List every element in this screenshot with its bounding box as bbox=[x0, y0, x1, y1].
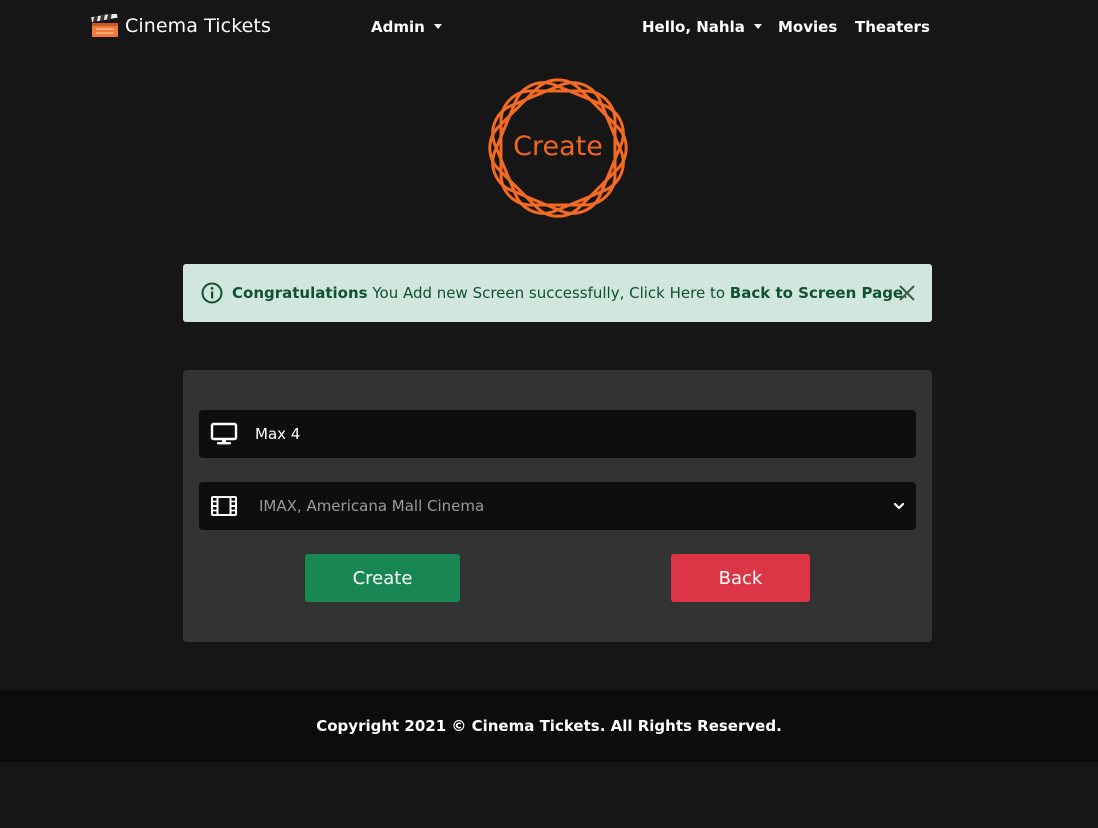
back-button[interactable]: Back bbox=[671, 554, 810, 602]
alert-message: Congratulations You Add new Screen succe… bbox=[232, 284, 908, 302]
brand-name: Cinema Tickets bbox=[125, 15, 271, 37]
clapperboard-icon bbox=[91, 14, 118, 37]
alert-text: You Add new Screen successfully, Click H… bbox=[367, 284, 730, 302]
monitor-icon bbox=[210, 422, 238, 445]
alert-strong: Congratulations bbox=[232, 284, 368, 302]
emblem-label: Create bbox=[513, 131, 603, 162]
theater-select[interactable]: IMAX, Americana Mall Cinema bbox=[199, 482, 916, 530]
copyright-text: Copyright 2021 © Cinema Tickets. All Rig… bbox=[316, 717, 782, 735]
nav-movies[interactable]: Movies bbox=[778, 18, 837, 36]
create-emblem: Create bbox=[488, 78, 628, 218]
navbar: Cinema Tickets Admin Hello, Nahla Movies… bbox=[0, 0, 1098, 58]
theater-selected-value: IMAX, Americana Mall Cinema bbox=[259, 497, 485, 515]
screen-name-input[interactable]: Max 4 bbox=[199, 410, 916, 458]
success-alert: Congratulations You Add new Screen succe… bbox=[183, 264, 932, 322]
user-greeting: Hello, Nahla bbox=[642, 18, 745, 36]
caret-down-icon bbox=[433, 24, 442, 29]
user-dropdown[interactable]: Hello, Nahla bbox=[642, 18, 762, 36]
chevron-down-icon bbox=[893, 502, 905, 510]
close-icon[interactable] bbox=[897, 283, 917, 303]
admin-dropdown-label: Admin bbox=[371, 18, 425, 36]
brand-link[interactable]: Cinema Tickets bbox=[91, 14, 271, 38]
film-icon bbox=[211, 496, 237, 516]
nav-theaters[interactable]: Theaters bbox=[855, 18, 930, 36]
admin-dropdown[interactable]: Admin bbox=[371, 18, 442, 36]
footer: Copyright 2021 © Cinema Tickets. All Rig… bbox=[0, 690, 1098, 762]
caret-down-icon bbox=[753, 24, 762, 29]
screen-name-value: Max 4 bbox=[255, 425, 301, 443]
info-circle-icon bbox=[201, 282, 223, 304]
create-button[interactable]: Create bbox=[305, 554, 460, 602]
create-screen-form: Max 4 IMAX, Americana Mall Cinema Create… bbox=[183, 370, 932, 642]
back-to-screen-link[interactable]: Back to Screen Page bbox=[730, 284, 903, 302]
